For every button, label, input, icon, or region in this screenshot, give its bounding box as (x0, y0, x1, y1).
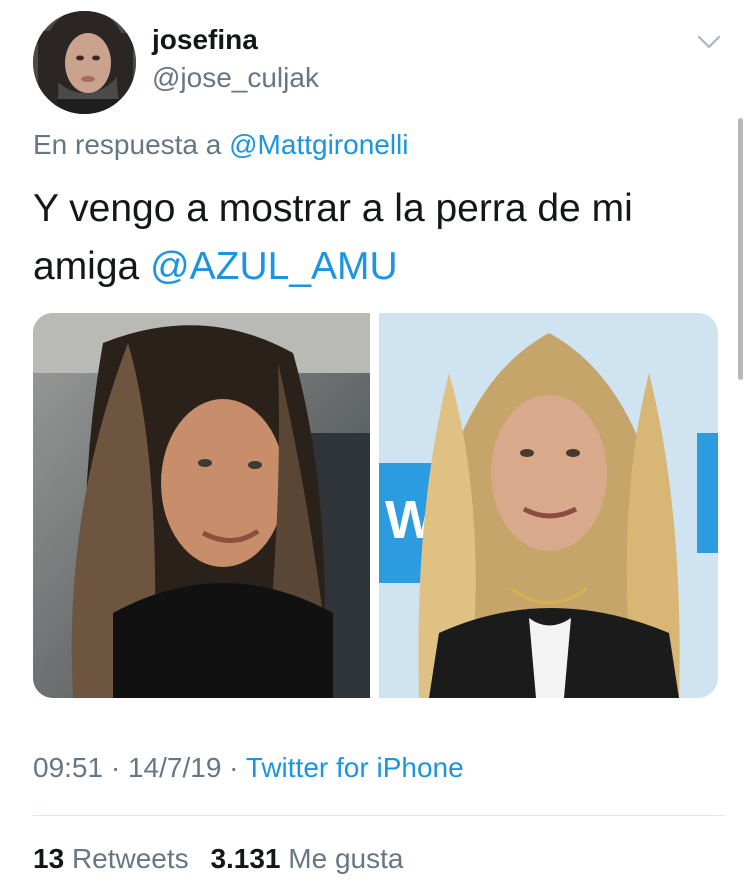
separator-dot: · (229, 752, 239, 783)
tweet-date: 14/7/19 (127, 752, 222, 783)
retweets-label: Retweets (71, 843, 189, 874)
likes-label: Me gusta (288, 843, 404, 874)
reply-context: En respuesta a @Mattgironelli (33, 129, 409, 161)
tweet-photo-2[interactable]: W (379, 313, 718, 698)
scrollbar[interactable] (738, 118, 743, 380)
tweet-photo-1[interactable] (33, 313, 370, 698)
reply-prefix: En respuesta a (33, 129, 222, 160)
username-handle[interactable]: @jose_culjak (152, 62, 319, 94)
likes-stat[interactable]: 3.131 Me gusta (210, 843, 403, 874)
likes-count: 3.131 (210, 843, 281, 874)
reply-mention-link[interactable]: @Mattgironelli (229, 129, 408, 160)
tweet-text: Y vengo a mostrar a la perra de mi amiga… (33, 180, 713, 296)
avatar[interactable] (33, 11, 136, 114)
chevron-down-icon[interactable] (696, 32, 722, 52)
separator-dot: · (110, 752, 121, 783)
divider (33, 815, 725, 816)
retweets-stat[interactable]: 13 Retweets (33, 843, 196, 874)
tweet-stats: 13 Retweets 3.131 Me gusta (33, 843, 403, 875)
tweet-meta: 09:51 · 14/7/19 · Twitter for iPhone (33, 752, 464, 784)
tweet-time: 09:51 (33, 752, 104, 783)
display-name[interactable]: josefina (152, 24, 258, 56)
tweet-mention-link[interactable]: @AZUL_AMU (150, 245, 398, 288)
tweet-source-link[interactable]: Twitter for iPhone (246, 752, 464, 783)
retweets-count: 13 (33, 843, 65, 874)
